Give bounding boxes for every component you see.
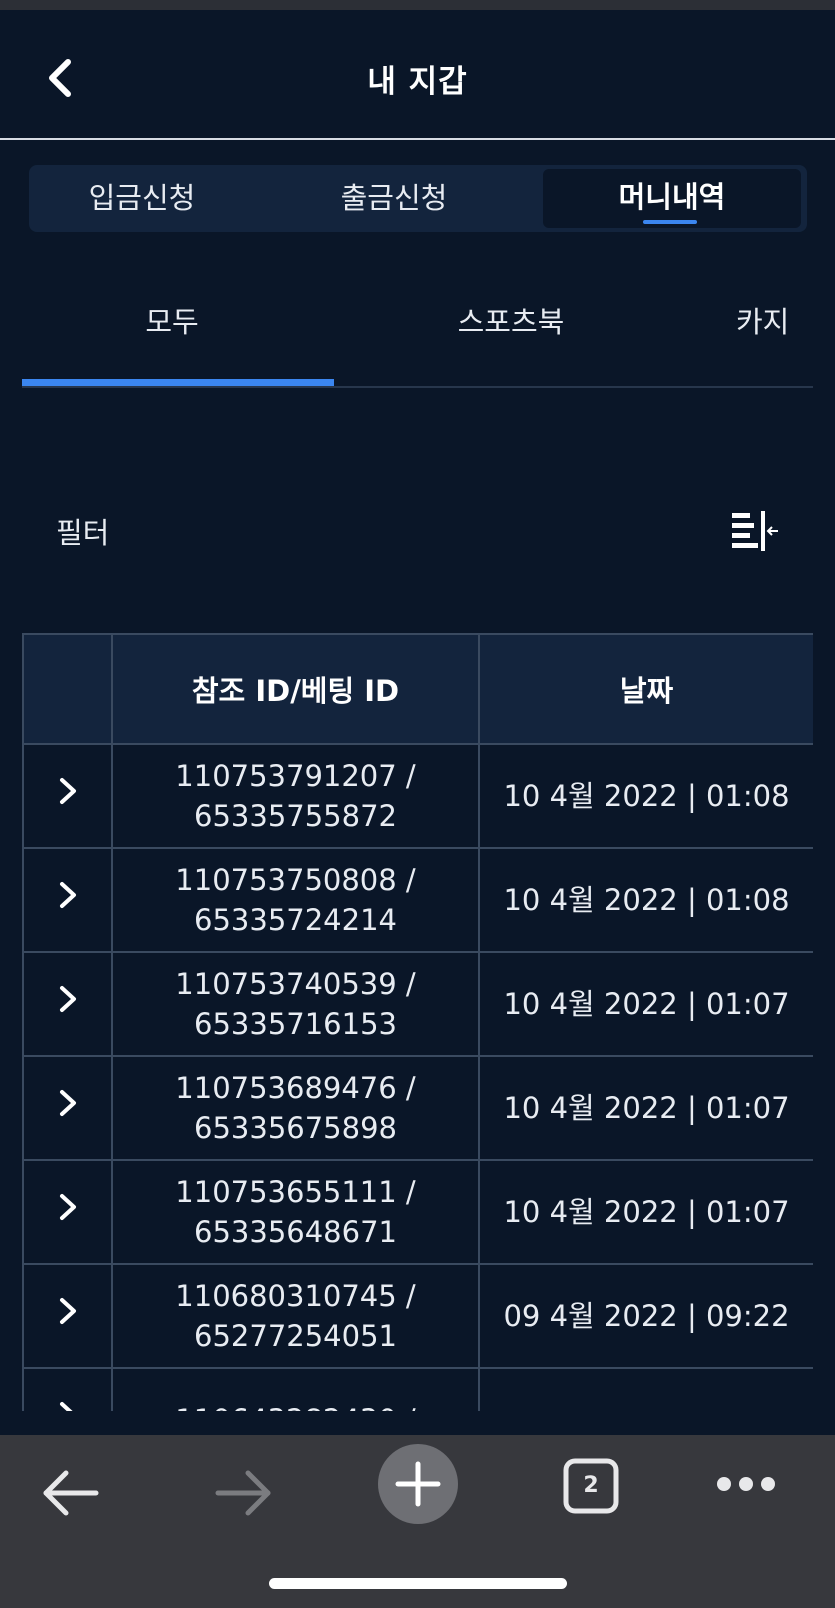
table-header-row: 참조 ID/베팅 ID 날짜 [22, 633, 813, 745]
date-cell: 10 4월 2022 | 01:07 [478, 951, 813, 1057]
wallet-segment-tabs: 입금신청 출금신청 머니내역 [29, 165, 807, 232]
ref-id-cell: 110753750808 / 65335724214 [111, 847, 480, 953]
ref-id: 110680310745 / [175, 1279, 416, 1313]
bet-id: 65335724214 [194, 903, 397, 937]
expand-row-button[interactable] [22, 1263, 113, 1369]
chevron-right-icon [59, 1298, 76, 1324]
ref-id-cell: 110643282430 / [111, 1367, 480, 1411]
chevron-right-icon [59, 882, 76, 908]
table-row[interactable]: 110643282430 / [22, 1367, 813, 1411]
tab-withdraw-request[interactable]: 출금신청 [281, 165, 507, 232]
subtab-sportsbook[interactable]: 스포츠북 [396, 290, 626, 354]
table-row[interactable]: 110753740539 / 65335716153 10 4월 2022 | 0… [22, 951, 813, 1057]
app-header: 내 지갑 [0, 10, 835, 140]
subtab-all[interactable]: 모두 [82, 290, 262, 354]
filter-icon [732, 511, 778, 551]
column-header-ref-id: 참조 ID/베팅 ID [111, 633, 480, 745]
ref-id: 110753655111 / [175, 1175, 416, 1209]
date-cell: 10 4월 2022 | 01:08 [478, 743, 813, 849]
chevron-right-icon [59, 1194, 76, 1220]
table-row[interactable]: 110753750808 / 65335724214 10 4월 2022 | 0… [22, 847, 813, 953]
date-cell: 09 4월 2022 | 09:22 [478, 1263, 813, 1369]
table-row[interactable]: 110680310745 / 65277254051 09 4월 2022 | 0… [22, 1263, 813, 1369]
plus-icon [378, 1444, 458, 1524]
ref-id-cell: 110753655111 / 65335648671 [111, 1159, 480, 1265]
ref-id: 110753740539 / [175, 967, 416, 1001]
category-tabs: 모두 스포츠북 카지 [22, 290, 813, 388]
chevron-right-icon [59, 778, 76, 804]
expand-row-button[interactable] [22, 1367, 113, 1411]
home-indicator[interactable] [269, 1578, 567, 1589]
date-cell: 10 4월 2022 | 01:07 [478, 1159, 813, 1265]
subtab-active-indicator [22, 379, 334, 386]
bet-id: 65335675898 [194, 1111, 397, 1145]
date-cell [478, 1367, 813, 1411]
expand-row-button[interactable] [22, 1055, 113, 1161]
expand-row-button[interactable] [22, 1159, 113, 1265]
table-row[interactable]: 110753689476 / 65335675898 10 4월 2022 | 0… [22, 1055, 813, 1161]
column-header-date: 날짜 [478, 633, 813, 745]
chevron-right-icon [59, 986, 76, 1012]
table-row[interactable]: 110753655111 / 65335648671 10 4월 2022 | 0… [22, 1159, 813, 1265]
subtab-divider [22, 386, 813, 388]
browser-back-button[interactable] [40, 1467, 102, 1523]
chevron-right-icon [59, 1402, 73, 1411]
tab-money-history-label: 머니내역 [618, 180, 726, 214]
tab-count: 2 [583, 1473, 599, 1498]
browser-forward-button[interactable] [212, 1467, 274, 1523]
expand-row-button[interactable] [22, 847, 113, 953]
active-tab-indicator [643, 220, 697, 224]
new-tab-button[interactable] [377, 1443, 459, 1529]
expand-row-button[interactable] [22, 951, 113, 1057]
more-icon [717, 1477, 775, 1491]
forward-arrow-icon [215, 1470, 271, 1516]
chevron-right-icon [59, 1090, 76, 1116]
filter-toggle-button[interactable] [730, 510, 780, 552]
bet-id: 65335716153 [194, 1007, 397, 1041]
ref-id: 110643282430 / [114, 1400, 477, 1411]
tab-money-history[interactable]: 머니내역 [543, 169, 801, 228]
filter-label: 필터 [56, 516, 110, 550]
page-title: 내 지갑 [367, 64, 468, 100]
status-strip [0, 0, 835, 10]
date-cell: 10 4월 2022 | 01:07 [478, 1055, 813, 1161]
back-arrow-icon [43, 1470, 99, 1516]
column-header-expand [22, 633, 113, 745]
ref-id: 110753750808 / [175, 863, 416, 897]
expand-row-button[interactable] [22, 743, 113, 849]
ref-id-cell: 110753791207 / 65335755872 [111, 743, 480, 849]
subtab-casino[interactable]: 카지 [736, 290, 813, 354]
tabs-button[interactable]: 2 [563, 1458, 619, 1514]
tab-deposit-request[interactable]: 입금신청 [29, 165, 255, 232]
transaction-table-container[interactable]: 참조 ID/베팅 ID 날짜 110753791207 / 65335755872… [22, 633, 813, 1411]
ref-id-cell: 110753740539 / 65335716153 [111, 951, 480, 1057]
bet-id: 65335755872 [194, 799, 397, 833]
bet-id: 65335648671 [194, 1215, 397, 1249]
date-cell: 10 4월 2022 | 01:08 [478, 847, 813, 953]
ref-id: 110753791207 / [175, 759, 416, 793]
ref-id: 110753689476 / [175, 1071, 416, 1105]
transaction-table: 참조 ID/베팅 ID 날짜 110753791207 / 65335755872… [22, 633, 813, 1411]
ref-id-cell: 110680310745 / 65277254051 [111, 1263, 480, 1369]
more-menu-button[interactable] [715, 1473, 777, 1499]
ref-id-cell: 110753689476 / 65335675898 [111, 1055, 480, 1161]
table-row[interactable]: 110753791207 / 65335755872 10 4월 2022 | 0… [22, 743, 813, 849]
bet-id: 65277254051 [194, 1319, 397, 1353]
